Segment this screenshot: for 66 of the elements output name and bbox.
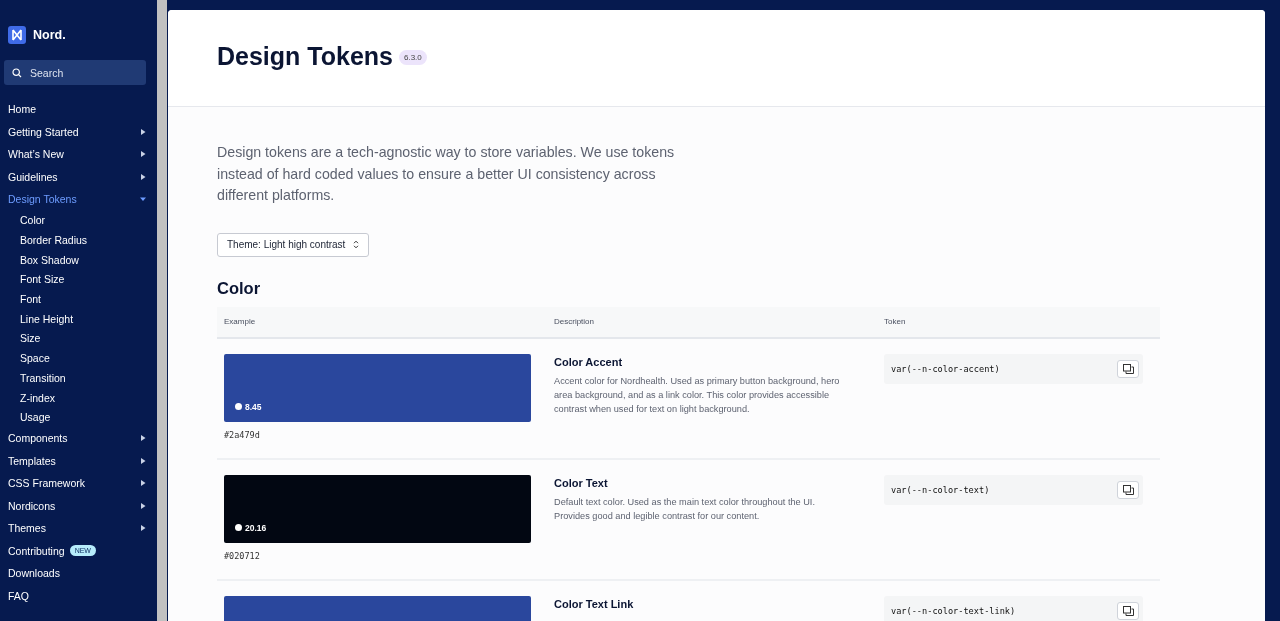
token-value: var(--n-color-accent): [891, 363, 1000, 374]
contrast-ratio: 8.45: [245, 401, 262, 412]
nav-link[interactable]: Downloads: [8, 567, 60, 580]
version-badge: 6.3.0: [398, 49, 427, 65]
nav-link[interactable]: FAQ: [8, 589, 29, 602]
nav-sublink[interactable]: Color: [20, 214, 46, 227]
nav-link[interactable]: Design Tokens: [8, 193, 77, 206]
nav-link[interactable]: Contributing: [8, 544, 65, 557]
logo-text: Nord.: [33, 28, 66, 42]
nav-sublink[interactable]: Border Radius: [20, 234, 88, 247]
logo-icon: [8, 26, 26, 44]
caret-right-icon[interactable]: [140, 502, 146, 509]
token-value: var(--n-color-text): [891, 484, 990, 495]
nav-link[interactable]: Getting Started: [8, 125, 79, 138]
page-title: Design Tokens: [217, 41, 393, 71]
caret-right-icon[interactable]: [140, 173, 146, 180]
nav-link[interactable]: Templates: [8, 454, 56, 467]
column-header: Example: [217, 306, 547, 338]
caret-right-icon[interactable]: [140, 128, 146, 135]
intro-paragraph: Design tokens are a tech-agnostic way to store variables. We use tokens instead of hard coded values to ensure a better UI consistency across different platforms.: [217, 143, 676, 205]
nav-sublink[interactable]: Font: [20, 293, 41, 306]
nav-sublink[interactable]: Box Shadow: [20, 253, 79, 266]
nav-sublink[interactable]: Space: [20, 352, 50, 365]
copy-icon: [1122, 484, 1134, 495]
caret-right-icon[interactable]: [140, 435, 146, 442]
caret-right-icon[interactable]: [140, 480, 146, 487]
hex-value: #020712: [224, 550, 261, 561]
nav-link[interactable]: Home: [8, 103, 36, 116]
contrast-dot-icon: [235, 403, 242, 410]
nav-sublink[interactable]: Z-index: [20, 391, 55, 404]
nav-link[interactable]: Themes: [8, 522, 46, 535]
scrollbar[interactable]: [157, 0, 167, 621]
section-heading: Color: [217, 278, 262, 298]
caret-right-icon[interactable]: [140, 457, 146, 464]
search-field[interactable]: Search: [4, 60, 146, 85]
token-description: Default text color. Used as the main text color throughout the UI. Provides good and legible contrast for our content.: [554, 495, 816, 523]
hex-value: #2a479d: [224, 429, 261, 440]
nav-link[interactable]: What’s New: [8, 148, 64, 161]
copy-button[interactable]: [1117, 601, 1139, 620]
nav-link[interactable]: CSS Framework: [8, 477, 85, 490]
nav-sublink[interactable]: Size: [20, 332, 41, 345]
column-header: Description: [547, 306, 877, 338]
column-header: Token: [877, 306, 1160, 338]
copy-icon: [1122, 363, 1134, 374]
contrast-ratio: 20.16: [245, 522, 267, 533]
updown-icon: [353, 240, 360, 249]
token-name: Color Text: [554, 476, 609, 489]
token-description: Accent color for Nordhealth. Used as primary button background, hero area background, and as a link color. This color provides accessible contrast when used for text on light background.: [554, 374, 841, 416]
nav-link[interactable]: Components: [8, 432, 68, 445]
contrast-dot-icon: [235, 524, 242, 531]
token-value: var(--n-color-text-link): [891, 605, 1016, 616]
nav-link[interactable]: Guidelines: [8, 170, 58, 183]
token-name: Color Text Link: [554, 597, 635, 610]
caret-right-icon[interactable]: [140, 151, 146, 158]
copy-button[interactable]: [1117, 359, 1139, 378]
nav-sublink[interactable]: Font Size: [20, 273, 65, 286]
theme-select[interactable]: Theme: Light high contrast: [217, 232, 370, 257]
nav-sublink[interactable]: Usage: [20, 411, 51, 424]
copy-button[interactable]: [1117, 480, 1139, 499]
copy-icon: [1122, 605, 1134, 616]
caret-right-icon[interactable]: [140, 525, 146, 532]
caret-down-icon[interactable]: [140, 196, 146, 203]
nav-sublink[interactable]: Transition: [20, 371, 66, 384]
token-name: Color Accent: [554, 355, 624, 368]
nav-sublink[interactable]: Line Height: [20, 312, 74, 325]
nav-link[interactable]: Nordicons: [8, 499, 56, 512]
